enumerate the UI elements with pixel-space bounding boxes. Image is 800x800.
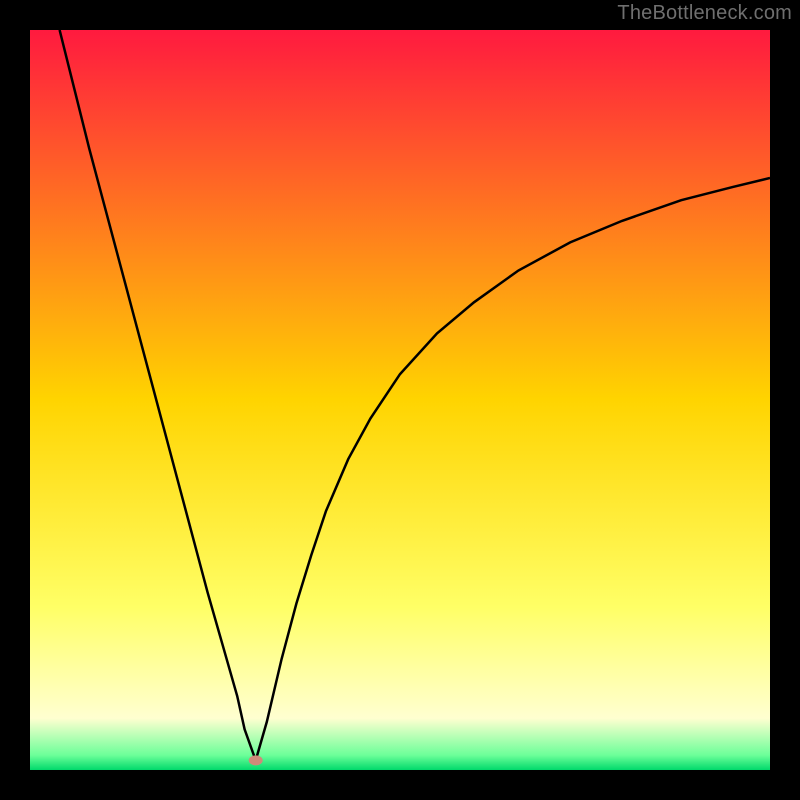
gradient-background (30, 30, 770, 770)
plot-area (30, 30, 770, 770)
optimal-point-marker (249, 755, 263, 765)
watermark-text: TheBottleneck.com (617, 2, 792, 25)
chart-svg (30, 30, 770, 770)
chart-frame: TheBottleneck.com (0, 0, 800, 800)
